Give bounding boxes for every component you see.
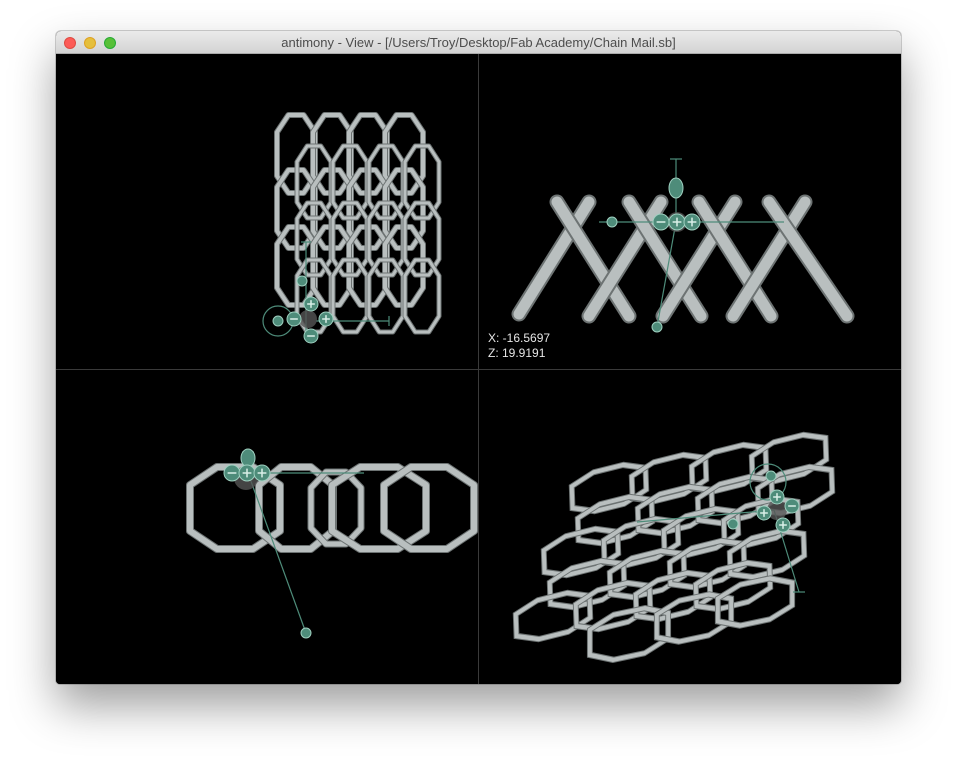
cursor-z-readout: Z: 19.9191 [488, 346, 546, 360]
drag-handle [296, 275, 308, 287]
drag-handle [606, 216, 618, 228]
axis-handle [240, 448, 256, 468]
drag-handle [300, 627, 312, 639]
viewport-divider-horizontal[interactable] [56, 369, 901, 370]
chain-link [512, 589, 594, 643]
side-view[interactable] [56, 370, 478, 684]
minimize-icon[interactable] [84, 37, 96, 49]
front-view-canvas[interactable] [479, 54, 901, 369]
drag-handle [272, 315, 284, 327]
app-window: antimony - View - [/Users/Troy/Desktop/F… [56, 31, 901, 684]
axis-handle [668, 177, 684, 199]
title-bar[interactable]: antimony - View - [/Users/Troy/Desktop/F… [56, 31, 901, 54]
drag-handle [651, 321, 663, 333]
origin-shadow [299, 310, 317, 328]
top-view[interactable] [56, 54, 478, 369]
viewport-grid: X: -16.5697 Z: 19.9191 [56, 54, 901, 684]
chain-link-highlight [329, 464, 429, 552]
chain-link-highlight [763, 196, 853, 322]
side-view-canvas[interactable] [56, 370, 478, 684]
3d-view-canvas[interactable] [479, 370, 901, 684]
3d-view[interactable] [479, 370, 901, 684]
drag-handle [765, 470, 777, 482]
cursor-x-readout: X: -16.5697 [488, 331, 551, 345]
top-view-canvas[interactable] [56, 54, 478, 369]
drag-handle [727, 518, 739, 530]
zoom-icon[interactable] [104, 37, 116, 49]
chain-link-highlight [513, 590, 593, 642]
close-icon[interactable] [64, 37, 76, 49]
front-view[interactable]: X: -16.5697 Z: 19.9191 [479, 54, 901, 369]
window-title: antimony - View - [/Users/Troy/Desktop/F… [281, 35, 676, 50]
chain-link-highlight [513, 196, 595, 320]
